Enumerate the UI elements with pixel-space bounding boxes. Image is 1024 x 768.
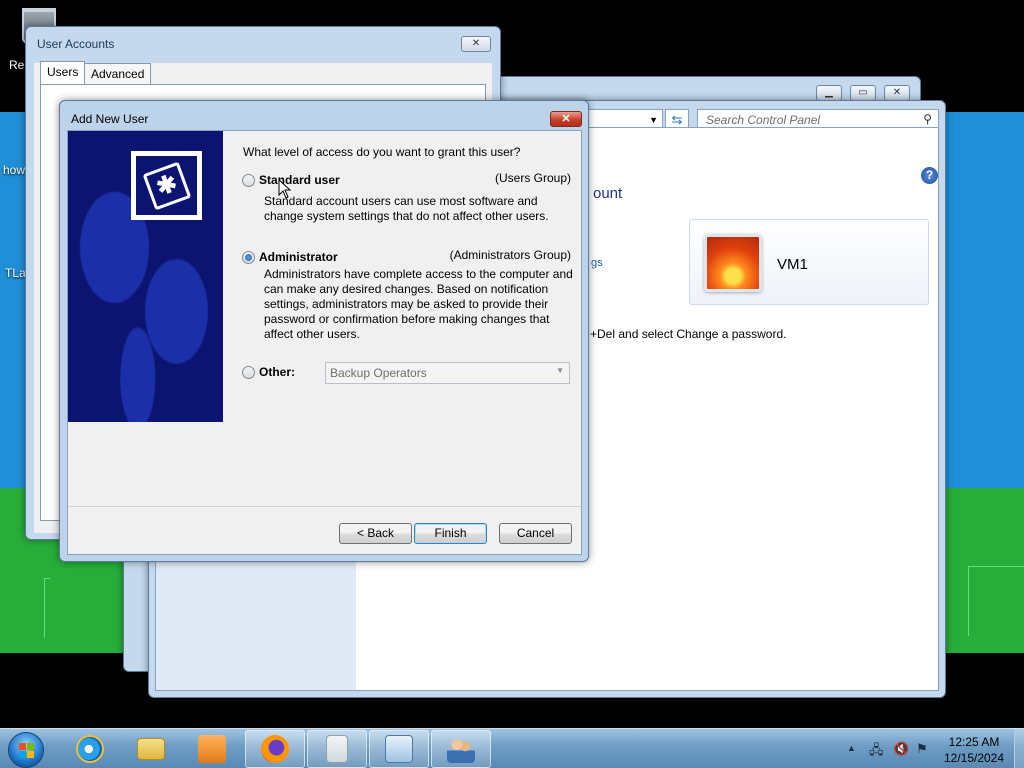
search-icon[interactable]: ⚲ [923,112,932,126]
password-info-text: +Del and select Change a password. [590,327,787,341]
chevron-down-icon[interactable]: ▼ [649,115,658,125]
folder-icon [137,738,165,760]
key-icon: ✱ [131,151,202,220]
show-hidden-icons-chevron-icon[interactable]: ▲ [847,743,856,753]
wizard-banner-image: ✱ [68,131,223,422]
taskbar-app-ie[interactable] [60,730,120,768]
other-label[interactable]: Other: [259,365,295,379]
dialog-title: Add New User [71,112,149,126]
close-button[interactable]: ✕ [461,36,491,52]
user-avatar-flower [704,234,762,292]
standard-user-label[interactable]: Standard user [259,173,340,187]
settings-link[interactable]: gs [591,257,603,269]
clock-time: 12:25 AM [948,735,1000,749]
add-new-user-dialog: Add New User ✕ ✱ What level of access do… [59,100,589,562]
user-account-card[interactable]: VM1 [689,219,929,305]
windows-logo-icon [19,743,34,758]
network-icon[interactable]: 🖧 [869,741,884,763]
page-heading: ount [593,185,623,202]
mouse-cursor-icon [278,179,292,199]
users-icon [447,735,475,763]
close-button[interactable]: ✕ [884,85,910,101]
standard-user-group: (Users Group) [494,171,571,185]
start-button[interactable] [8,732,44,768]
button-separator [68,506,581,507]
taskbar-app-media[interactable] [182,730,242,768]
clock[interactable]: 12:25 AM 12/15/2024 [938,734,1010,766]
wallpaper-line [968,566,969,636]
other-radio[interactable] [242,366,255,379]
finish-button[interactable]: Finish [414,523,487,544]
administrator-group: (Administrators Group) [449,248,571,262]
volume-muted-icon[interactable]: 🔇 [893,741,909,757]
show-desktop-button[interactable] [1014,729,1024,768]
cancel-button[interactable]: Cancel [499,523,572,544]
access-prompt: What level of access do you want to gran… [243,145,521,159]
clock-date: 12/15/2024 [943,751,1005,765]
taskbar-app-firefox[interactable] [245,730,305,768]
administrator-radio[interactable] [242,251,255,264]
user-name: VM1 [777,256,808,273]
action-center-flag-icon[interactable]: ⚑ [916,741,928,757]
window-title: User Accounts [37,37,115,51]
media-player-icon [198,735,226,763]
wallpaper-line [968,566,1024,567]
taskbar-app-explorer[interactable] [121,730,181,768]
standard-user-radio[interactable] [242,174,255,187]
standard-user-description: Standard account users can use most soft… [264,194,549,223]
taskbar: ▲ 🖧 🔇 ⚑ 12:25 AM 12/15/2024 [0,728,1024,768]
administrator-description: Administrators have complete access to t… [264,267,573,341]
back-button[interactable]: < Back [339,523,412,544]
help-icon[interactable]: ? [921,167,938,184]
search-placeholder: Search Control Panel [706,113,821,127]
tab-users[interactable]: Users [40,61,86,85]
document-icon [326,735,348,763]
chevron-down-icon: ▼ [556,366,564,375]
minimize-button[interactable]: ▁ [816,85,842,101]
dialog-content: ✱ What level of access do you want to gr… [67,130,582,555]
other-group-select-value: Backup Operators [330,366,427,380]
administrator-label[interactable]: Administrator [259,250,338,264]
ie-icon [76,735,104,763]
control-panel-icon [385,735,413,763]
close-button[interactable]: ✕ [550,111,582,127]
taskbar-app-control-panel[interactable] [369,730,429,768]
wallpaper-line [44,578,45,638]
taskbar-app-document[interactable] [307,730,367,768]
taskbar-app-user-accounts[interactable] [431,730,491,768]
other-group-select[interactable]: Backup Operators ▼ [325,362,570,384]
tab-advanced[interactable]: Advanced [84,63,152,85]
maximize-button[interactable]: ▭ [850,85,876,101]
firefox-icon [261,735,289,763]
